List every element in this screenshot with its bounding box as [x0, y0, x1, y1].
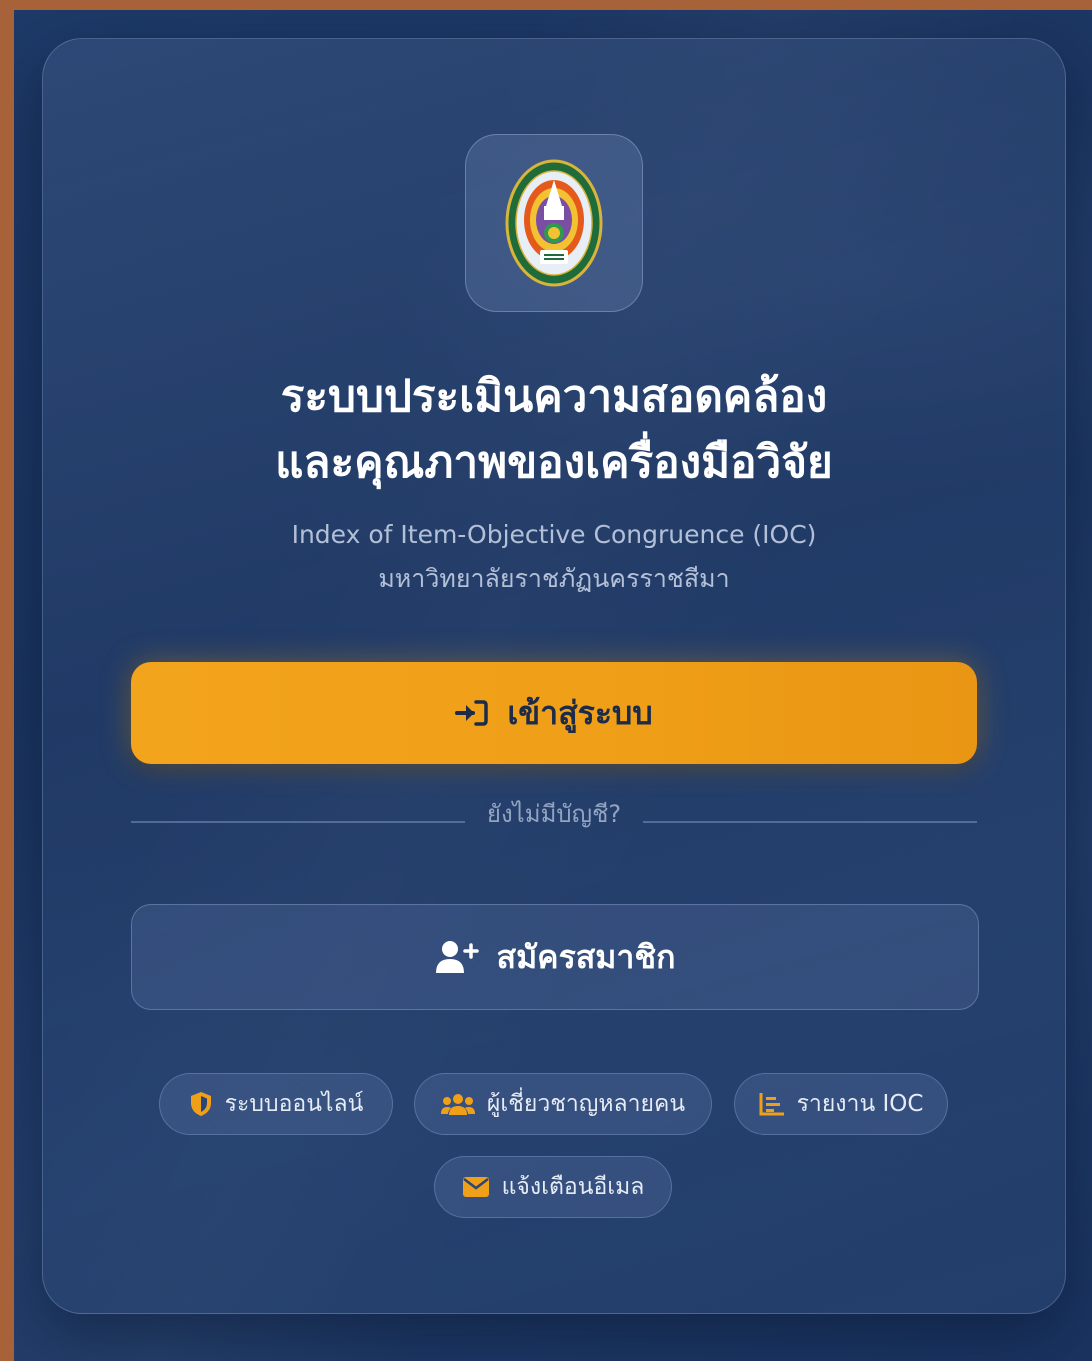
- page-background: ระบบประเมินความสอดคล้อง และคุณภาพของเครื…: [14, 10, 1092, 1361]
- feature-label: แจ้งเตือนอีเมล: [501, 1174, 645, 1200]
- shield-icon: [189, 1091, 213, 1117]
- feature-ioc-report: รายงาน IOC: [734, 1073, 948, 1135]
- envelope-icon: [462, 1176, 490, 1198]
- user-plus-icon: [435, 941, 479, 973]
- feature-label: ผู้เชี่ยวชาญหลายคน: [486, 1091, 686, 1117]
- register-button-label: สมัครสมาชิก: [496, 937, 676, 976]
- divider: ยังไม่มีบัญชี?: [131, 794, 977, 834]
- divider-line-left: [131, 821, 465, 823]
- page-title-line2: และคุณภาพของเครื่องมือวิจัย: [275, 437, 833, 488]
- divider-line-right: [643, 821, 977, 823]
- subtitle-university: มหาวิทยาลัยราชภัฏนครราชสีมา: [378, 564, 730, 593]
- feature-label: ระบบออนไลน์: [224, 1091, 364, 1117]
- subtitle-ioc: Index of Item-Objective Congruence (IOC): [291, 520, 817, 549]
- users-icon: [440, 1092, 475, 1116]
- no-account-text: ยังไม่มีบัญชี?: [486, 800, 622, 828]
- login-card: ระบบประเมินความสอดคล้อง และคุณภาพของเครื…: [42, 38, 1066, 1314]
- register-button[interactable]: สมัครสมาชิก: [131, 904, 979, 1010]
- feature-multiple-experts: ผู้เชี่ยวชาญหลายคน: [414, 1073, 712, 1135]
- university-seal-icon: [505, 159, 603, 287]
- login-button[interactable]: เข้าสู่ระบบ: [131, 662, 977, 764]
- sign-in-icon: [455, 700, 489, 726]
- feature-email-notification: แจ้งเตือนอีเมล: [434, 1156, 672, 1218]
- feature-online-system: ระบบออนไลน์: [159, 1073, 393, 1135]
- chart-icon: [759, 1092, 785, 1116]
- logo-container: [465, 134, 643, 312]
- page-title-line1: ระบบประเมินความสอดคล้อง: [280, 371, 828, 422]
- login-button-label: เข้าสู่ระบบ: [507, 693, 653, 732]
- feature-label: รายงาน IOC: [796, 1091, 924, 1117]
